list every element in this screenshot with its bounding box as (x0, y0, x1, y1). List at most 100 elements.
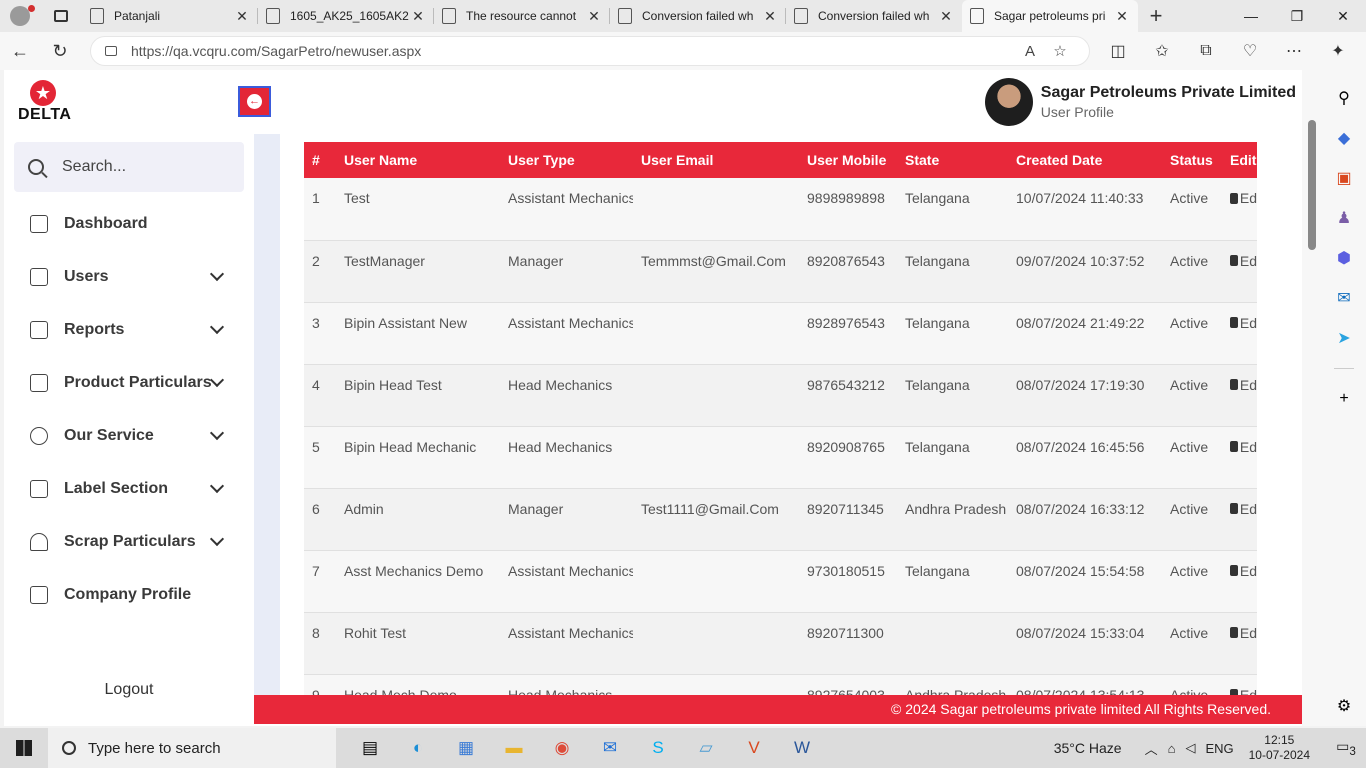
minimize-icon[interactable]: — (1228, 0, 1274, 32)
store-icon[interactable]: ▦ (442, 728, 490, 768)
close-tab-icon[interactable]: ✕ (938, 8, 954, 25)
browser-tab[interactable]: Conversion failed wh ✕ (786, 0, 962, 32)
favorite-star-icon[interactable]: ☆ (1045, 42, 1075, 60)
sidebar-item-label-section[interactable]: Label Section (4, 462, 254, 515)
new-tab-button[interactable]: + (1138, 0, 1174, 32)
table-cell: Bipin Assistant New (336, 302, 500, 365)
back-icon[interactable]: ← (0, 32, 40, 70)
sidebar-item-dashboard[interactable]: Dashboard (4, 197, 254, 250)
skype-icon[interactable]: S (634, 728, 682, 768)
search-icon[interactable]: ⚲ (1330, 78, 1358, 118)
copilot-icon[interactable]: ✦ (1316, 32, 1360, 70)
vs-app-icon[interactable]: V (730, 728, 778, 768)
word-icon[interactable]: W (778, 728, 826, 768)
tab-actions-button[interactable] (40, 0, 82, 32)
edit-button[interactable]: Ed (1230, 315, 1257, 331)
notifications-icon[interactable]: ▭3 (1326, 738, 1366, 758)
favorites-icon[interactable]: ✩ (1140, 32, 1184, 70)
scrollbar-thumb[interactable] (1308, 120, 1316, 250)
column-header[interactable]: User Name (336, 142, 500, 178)
edit-cell[interactable]: Ed (1222, 240, 1257, 303)
collections-icon[interactable]: ⧉ (1184, 32, 1228, 70)
settings-gear-icon[interactable]: ⚙ (1330, 686, 1358, 726)
column-header[interactable]: User Email (633, 142, 799, 178)
edit-cell[interactable]: Ed (1222, 488, 1257, 551)
sidebar-item-label: Product Particulars (64, 373, 212, 391)
tools-icon[interactable]: ▣ (1330, 158, 1358, 198)
close-tab-icon[interactable]: ✕ (1114, 8, 1130, 25)
url-field[interactable]: https://qa.vcqru.com/SagarPetro/newuser.… (90, 36, 1090, 66)
sidebar-item-product-particulars[interactable]: Product Particulars (4, 356, 254, 409)
browser-tab[interactable]: Patanjali ✕ (82, 0, 258, 32)
telegram-icon[interactable]: ➤ (1330, 318, 1358, 358)
edit-button[interactable]: Ed (1230, 625, 1257, 641)
user-profile[interactable]: Sagar Petroleums Private Limited User Pr… (984, 78, 1296, 126)
delta-logo[interactable]: ★ DELTA (16, 80, 72, 126)
column-header[interactable]: Status (1162, 142, 1222, 178)
column-header[interactable]: Created Date (1008, 142, 1162, 178)
sidebar-item-users[interactable]: Users (4, 250, 254, 303)
edit-button[interactable]: Ed (1230, 190, 1257, 206)
chevron-up-icon[interactable]: ︿ (1145, 739, 1158, 758)
browser-essentials-icon[interactable]: ♡ (1228, 32, 1272, 70)
sidebar-item-reports[interactable]: Reports (4, 303, 254, 356)
refresh-icon[interactable]: ↻ (40, 32, 80, 70)
notepad-icon[interactable]: ▱ (682, 728, 730, 768)
page-scrollbar[interactable] (1302, 70, 1322, 726)
edit-cell[interactable]: Ed (1222, 674, 1257, 696)
column-header[interactable]: User Type (500, 142, 633, 178)
file-explorer-icon[interactable]: ▬ (490, 728, 538, 768)
chrome-icon[interactable]: ◉ (538, 728, 586, 768)
close-tab-icon[interactable]: ✕ (762, 8, 778, 25)
weather-widget[interactable]: 35°C Haze (1054, 740, 1122, 756)
sidebar-item-scrap-particulars[interactable]: Scrap Particulars (4, 515, 254, 568)
edit-cell[interactable]: Ed (1222, 426, 1257, 489)
column-header[interactable]: User Mobile (799, 142, 897, 178)
edit-button[interactable]: Ed (1230, 439, 1257, 455)
more-options-icon[interactable]: ⋯ (1272, 32, 1316, 70)
column-header[interactable]: State (897, 142, 1008, 178)
close-tab-icon[interactable]: ✕ (234, 8, 250, 25)
search-input[interactable] (62, 158, 222, 176)
browser-tab[interactable]: Conversion failed wh ✕ (610, 0, 786, 32)
volume-icon[interactable]: ◁ (1185, 740, 1195, 756)
taskbar-search[interactable]: Type here to search (48, 728, 336, 768)
mail-icon[interactable]: ✉ (586, 728, 634, 768)
read-aloud-icon[interactable]: A (1015, 43, 1045, 60)
close-window-icon[interactable]: ✕ (1320, 0, 1366, 32)
add-icon[interactable]: + (1330, 379, 1358, 419)
edit-button[interactable]: Ed (1230, 563, 1257, 579)
restore-icon[interactable]: ❐ (1274, 0, 1320, 32)
browser-profile-button[interactable] (0, 0, 40, 32)
browser-tab[interactable]: 1605_AK25_1605AK2 ✕ (258, 0, 434, 32)
network-icon[interactable]: ⌂ (1168, 741, 1176, 756)
close-tab-icon[interactable]: ✕ (586, 8, 602, 25)
edit-cell[interactable]: Ed (1222, 612, 1257, 675)
sidebar-item-our-service[interactable]: Our Service (4, 409, 254, 462)
language-indicator[interactable]: ENG (1205, 741, 1233, 756)
task-view-icon[interactable]: ▤ (346, 728, 394, 768)
clock[interactable]: 12:15 10-07-2024 (1249, 733, 1310, 763)
start-button[interactable] (0, 728, 48, 768)
copilot-app-icon[interactable]: ⬢ (1330, 238, 1358, 278)
sidebar-item-company-profile[interactable]: Company Profile (4, 568, 254, 621)
edit-cell[interactable]: Ed (1222, 178, 1257, 241)
edit-cell[interactable]: Ed (1222, 550, 1257, 613)
shopping-tag-icon[interactable]: ◆ (1330, 118, 1358, 158)
edge-icon[interactable]: ◐ (394, 728, 442, 768)
column-header[interactable]: Edit (1222, 142, 1257, 178)
column-header[interactable]: # (304, 142, 336, 178)
outlook-icon[interactable]: ✉ (1330, 278, 1358, 318)
edit-cell[interactable]: Ed (1222, 364, 1257, 427)
logout-link[interactable]: Logout (4, 681, 254, 699)
edit-button[interactable]: Ed (1230, 377, 1257, 393)
close-tab-icon[interactable]: ✕ (410, 8, 426, 25)
split-screen-icon[interactable]: ◫ (1096, 32, 1140, 70)
edit-button[interactable]: Ed (1230, 501, 1257, 517)
sidebar-toggle-button[interactable]: ← (238, 86, 271, 117)
edit-button[interactable]: Ed (1230, 253, 1257, 269)
browser-tab-active[interactable]: Sagar petroleums pri ✕ (962, 0, 1138, 32)
games-icon[interactable]: ♟ (1330, 198, 1358, 238)
edit-cell[interactable]: Ed (1222, 302, 1257, 365)
browser-tab[interactable]: The resource cannot ✕ (434, 0, 610, 32)
